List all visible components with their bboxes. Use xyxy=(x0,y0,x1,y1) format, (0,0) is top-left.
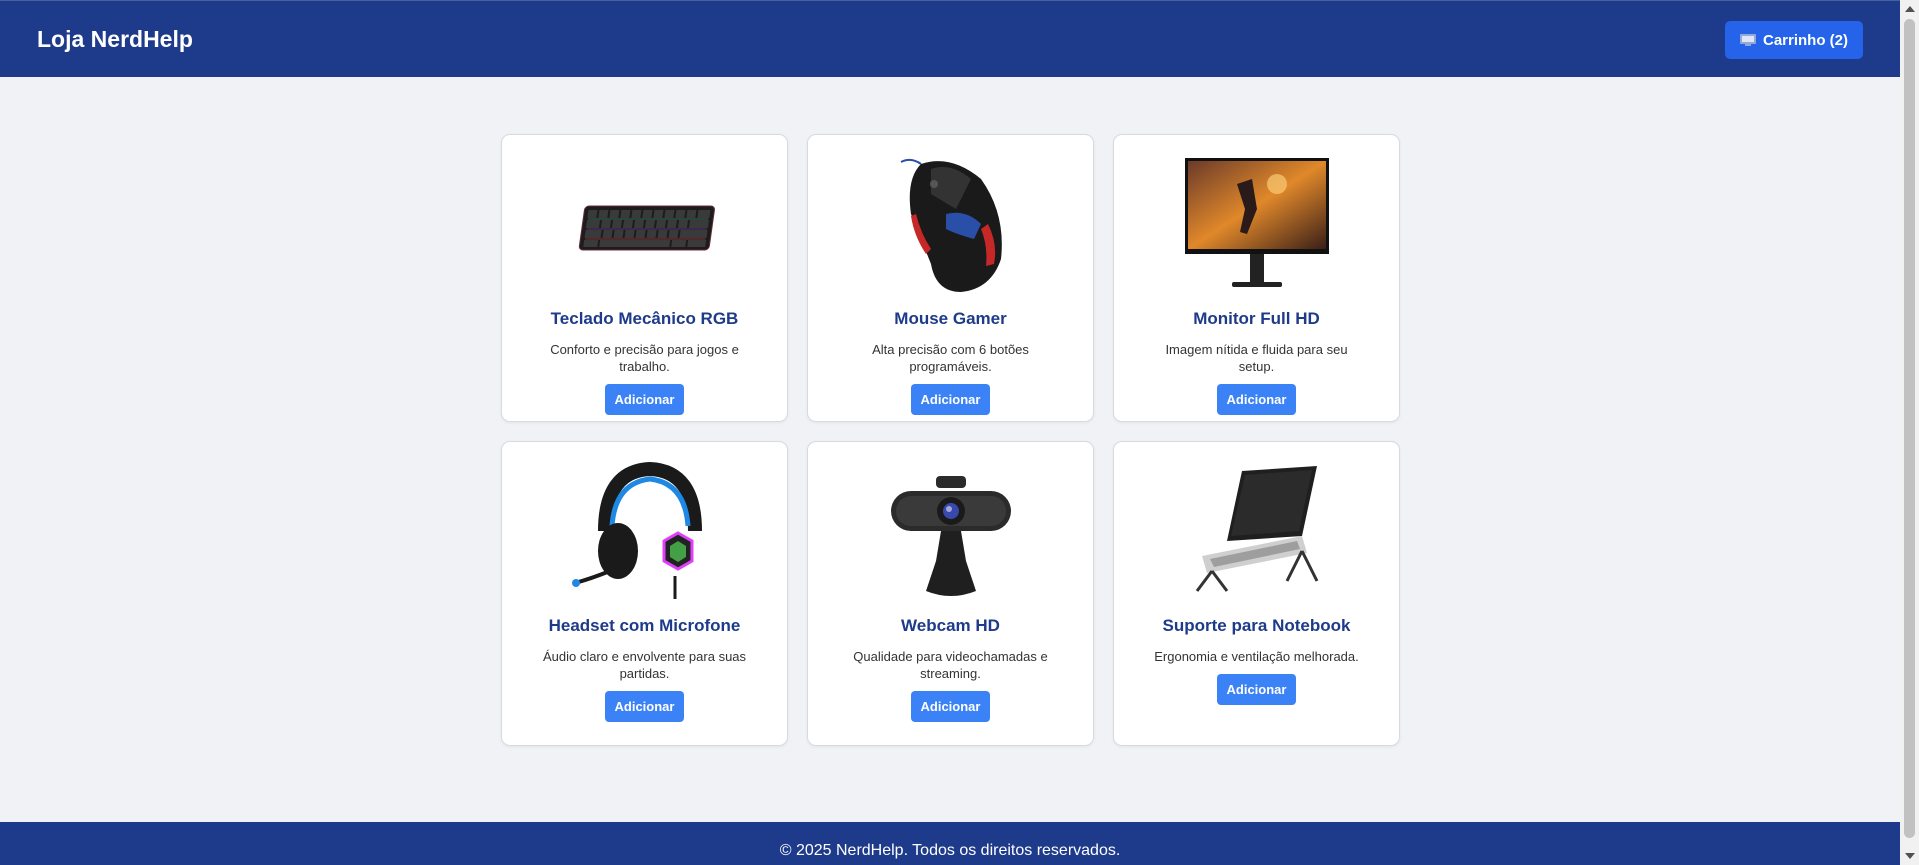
product-description: Áudio claro e envolvente para suas parti… xyxy=(542,649,747,681)
product-image xyxy=(808,149,1093,299)
product-title: Teclado Mecânico RGB xyxy=(550,309,739,328)
vertical-scrollbar[interactable] xyxy=(1900,0,1919,865)
product-card: Monitor Full HD Imagem nítida e fluida p… xyxy=(1113,134,1400,422)
site-header: Loja NerdHelp Carrinho (2) xyxy=(0,0,1900,77)
headset-image xyxy=(571,461,702,599)
laptop-stand-image xyxy=(1195,466,1318,592)
keyboard-image xyxy=(578,205,715,251)
product-image xyxy=(1114,149,1399,299)
add-to-cart-button[interactable]: Adicionar xyxy=(604,691,685,722)
mouse-image xyxy=(900,158,1002,292)
add-to-cart-button[interactable]: Adicionar xyxy=(910,691,991,722)
product-image xyxy=(808,456,1093,606)
cart-icon xyxy=(1739,34,1756,46)
product-card: Headset com Microfone Áudio claro e envo… xyxy=(501,441,788,746)
product-image xyxy=(502,149,787,299)
scroll-up-arrow-icon[interactable] xyxy=(1905,6,1915,12)
monitor-image xyxy=(1184,158,1329,287)
product-title: Webcam HD xyxy=(901,616,1000,635)
footer-copyright: © 2025 NerdHelp. Todos os direitos reser… xyxy=(779,842,1121,859)
add-to-cart-button[interactable]: Adicionar xyxy=(1216,384,1297,415)
add-to-cart-button[interactable]: Adicionar xyxy=(1216,674,1297,705)
product-description: Alta precisão com 6 botões programáveis. xyxy=(872,342,1029,374)
product-description: Conforto e precisão para jogos e trabalh… xyxy=(550,342,739,374)
product-image xyxy=(1114,456,1399,606)
product-image xyxy=(502,456,787,606)
product-title: Suporte para Notebook xyxy=(1162,616,1351,635)
product-description: Ergonomia e ventilação melhorada. xyxy=(1154,649,1359,664)
scroll-down-arrow-icon[interactable] xyxy=(1905,853,1915,859)
webcam-image xyxy=(890,476,1011,596)
product-card: Webcam HD Qualidade para videochamadas e… xyxy=(807,441,1094,746)
product-description: Imagem nítida e fluida para seu setup. xyxy=(1165,342,1348,374)
add-to-cart-button[interactable]: Adicionar xyxy=(604,384,685,415)
product-card: Suporte para Notebook Ergonomia e ventil… xyxy=(1113,441,1400,746)
product-card: Teclado Mecânico RGB Conforto e precisão… xyxy=(501,134,788,422)
product-card: Mouse Gamer Alta precisão com 6 botões p… xyxy=(807,134,1094,422)
product-title: Mouse Gamer xyxy=(894,309,1007,328)
product-title: Monitor Full HD xyxy=(1193,309,1320,328)
product-title: Headset com Microfone xyxy=(548,616,741,635)
product-description: Qualidade para videochamadas e streaming… xyxy=(853,649,1048,681)
cart-button-label: Carrinho (2) xyxy=(1762,31,1848,49)
site-footer: © 2025 NerdHelp. Todos os direitos reser… xyxy=(0,822,1900,865)
product-grid: Teclado Mecânico RGB Conforto e precisão… xyxy=(501,134,1401,746)
add-to-cart-button[interactable]: Adicionar xyxy=(910,384,991,415)
cart-button[interactable]: Carrinho (2) xyxy=(1725,21,1863,59)
scrollbar-thumb[interactable] xyxy=(1904,19,1915,838)
brand-title[interactable]: Loja NerdHelp xyxy=(37,26,193,53)
